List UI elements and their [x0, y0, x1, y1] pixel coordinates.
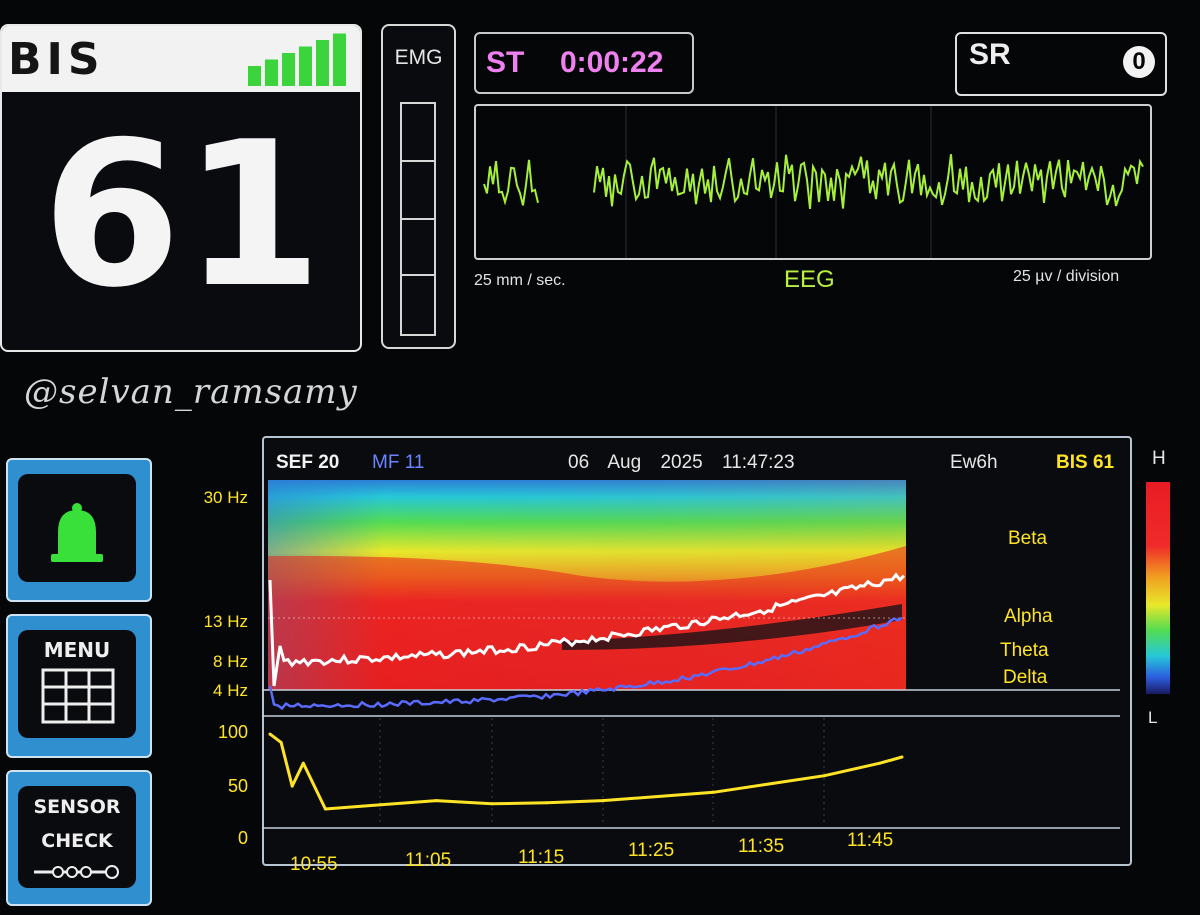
- scale-low-label: L: [1148, 708, 1158, 727]
- alarm-button-face: [18, 474, 136, 582]
- scale-high-label: H: [1152, 448, 1166, 469]
- trend-x-label: 11:35: [738, 836, 785, 857]
- bis-trend-point: [878, 761, 882, 765]
- st-value: 0:00:22: [560, 46, 664, 79]
- bis-title: BIS: [8, 34, 105, 85]
- spectrogram: [268, 480, 906, 690]
- eeg-speed: 25 mm / sec.: [474, 272, 566, 289]
- band-delta: Delta: [1003, 667, 1048, 688]
- bis-trend-point: [301, 761, 305, 765]
- trend-x-label: 11:15: [518, 847, 565, 868]
- sensor-button-face: SENSOR CHECK: [18, 786, 136, 888]
- sr-box: SR 0: [955, 32, 1167, 96]
- sensor-check-button[interactable]: SENSOR CHECK: [6, 770, 152, 906]
- eeg-trace: [483, 159, 539, 206]
- alarm-button[interactable]: [6, 458, 152, 602]
- bell-icon: [51, 503, 103, 562]
- bis-trend-point: [900, 755, 904, 759]
- band-alpha: Alpha: [1004, 606, 1053, 627]
- menu-button-face: MENU: [18, 630, 136, 738]
- eeg-waveform-box: [474, 104, 1152, 260]
- bis-trend-point: [434, 799, 438, 803]
- trend-x-label: 10:55: [290, 854, 338, 875]
- freq-label-4hz: 4 Hz: [213, 681, 248, 700]
- sr-value: 0: [1123, 46, 1155, 78]
- signal-quality-icon: [248, 33, 346, 86]
- emg-tick: [402, 160, 434, 162]
- bis-trend-point: [290, 784, 294, 788]
- signal-bar: [316, 40, 329, 86]
- emg-label: EMG: [394, 46, 443, 69]
- trend-y-0: 0: [237, 828, 248, 848]
- bis-panel: BIS 61: [0, 24, 362, 352]
- signal-bar: [248, 66, 261, 86]
- trend-y-50: 50: [227, 776, 248, 796]
- band-beta: Beta: [1008, 528, 1048, 549]
- trend-x-label: 11:25: [628, 840, 675, 861]
- grid-icon: [41, 668, 115, 724]
- bis-header: BIS: [2, 26, 360, 92]
- bis-trend-line: [269, 732, 903, 811]
- bis-trend-point: [490, 802, 494, 806]
- freq-label-13hz: 13 Hz: [203, 612, 248, 631]
- sensor-icon: [34, 865, 119, 879]
- emg-tick: [402, 274, 434, 276]
- freq-label-8hz: 8 Hz: [213, 652, 248, 671]
- trend-x-label: 11:45: [847, 830, 894, 851]
- trend-y-100: 100: [217, 722, 248, 742]
- bis-trend-point: [767, 782, 771, 786]
- signal-bar: [282, 53, 295, 86]
- freq-label-30hz: 30 Hz: [203, 488, 248, 507]
- bis-trend-point: [279, 740, 283, 744]
- emg-panel: EMG: [381, 24, 456, 349]
- bis-trend-point: [601, 799, 605, 803]
- bis-trend-point: [268, 732, 272, 736]
- bis-trend-point: [545, 801, 549, 805]
- eeg-scale: 25 µv / division: [1013, 268, 1120, 285]
- bis-trend: [268, 732, 904, 811]
- bis-trend-point: [379, 803, 383, 807]
- bis-trend-point: [712, 790, 715, 794]
- watermark: @selvan_ramsamy: [24, 372, 358, 412]
- bis-trend-point: [323, 807, 327, 811]
- band-theta: Theta: [1000, 640, 1049, 661]
- sr-label: SR: [969, 38, 1011, 71]
- bis-trend-point: [656, 795, 660, 798]
- eeg-label: EEG: [784, 266, 835, 293]
- signal-bar: [265, 59, 278, 86]
- bis-value: 61: [42, 99, 325, 332]
- emg-tick: [402, 218, 434, 220]
- bis-trend-point: [822, 774, 826, 778]
- eeg-trace: [593, 154, 1144, 210]
- signal-bar: [299, 46, 312, 86]
- color-scale-bar: [1146, 482, 1170, 694]
- st-label: ST: [486, 46, 525, 79]
- st-box: ST 0:00:22: [474, 32, 694, 94]
- menu-button[interactable]: MENU: [6, 614, 152, 758]
- emg-bar: [400, 102, 436, 336]
- eeg-waveform: [483, 106, 1144, 258]
- trend-x-label: 11:05: [405, 850, 452, 871]
- signal-bar: [333, 33, 346, 86]
